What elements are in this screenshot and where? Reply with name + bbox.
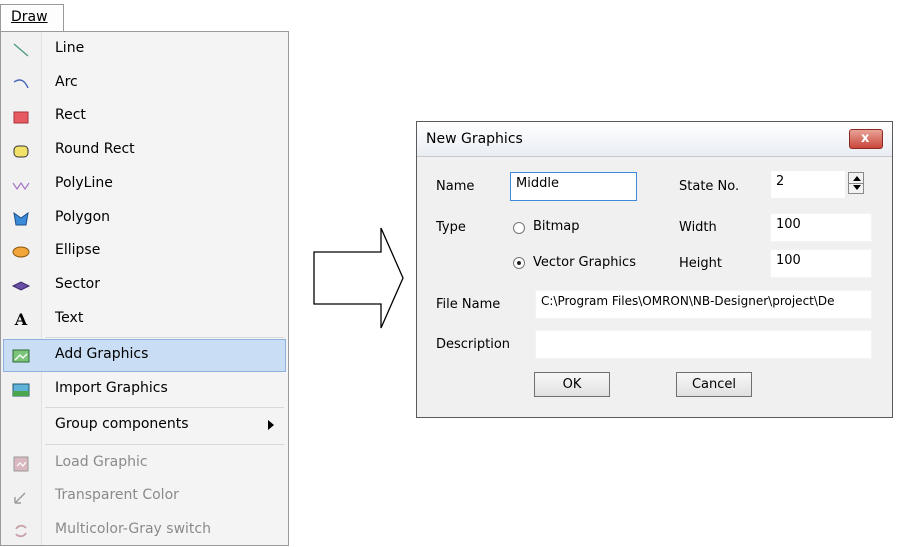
name-input[interactable]: Middle <box>510 172 637 201</box>
import-graphics-icon <box>12 383 30 397</box>
text-icon: A <box>14 310 28 329</box>
name-label: Name <box>436 179 475 194</box>
vector-graphics-radio-label: Vector Graphics <box>533 255 636 270</box>
state-no-input[interactable]: 2 <box>770 170 846 199</box>
multicolor-gray-icon <box>15 524 27 538</box>
menu-item-multicolor-gray-switch[interactable]: Multicolor-Gray switch <box>3 514 286 547</box>
width-input[interactable]: 100 <box>770 213 872 242</box>
menu-item-add-graphics[interactable]: Add Graphics <box>3 339 286 372</box>
menu-item-label: Polygon <box>55 209 111 225</box>
polyline-icon <box>12 181 30 191</box>
menu-item-polyline[interactable]: PolyLine <box>3 168 286 201</box>
menu-item-label: Multicolor-Gray switch <box>55 521 211 537</box>
menu-item-label: Rect <box>55 107 86 123</box>
file-name-field[interactable]: C:\Program Files\OMRON\NB-Designer\proje… <box>535 290 872 319</box>
menu-item-text[interactable]: A Text <box>3 303 286 336</box>
draw-menu-title: Draw <box>11 9 48 25</box>
draw-menu-tab[interactable]: Draw <box>0 4 64 32</box>
menu-item-label: Line <box>55 40 85 56</box>
spin-down-icon <box>853 185 861 190</box>
menu-item-label: Group components <box>55 416 189 432</box>
menu-item-label: Load Graphic <box>55 454 148 470</box>
ellipse-icon <box>12 246 30 258</box>
menu-item-import-graphics[interactable]: Import Graphics <box>3 373 286 406</box>
new-graphics-dialog: New Graphics x Name Middle State No. 2 T… <box>416 121 893 418</box>
menu-item-label: Import Graphics <box>55 380 168 396</box>
menu-item-label: Arc <box>55 74 78 90</box>
menu-item-label: Add Graphics <box>55 346 149 362</box>
menu-item-sector[interactable]: Sector <box>3 269 286 302</box>
menu-item-arc[interactable]: Arc <box>3 67 286 100</box>
menu-separator <box>45 337 284 338</box>
close-icon: x <box>861 131 870 146</box>
line-icon <box>13 43 29 57</box>
spinner-divider <box>849 183 863 184</box>
rect-icon <box>13 111 29 124</box>
menu-item-label: Transparent Color <box>55 487 179 503</box>
draw-menu: Line Arc Rect Round Rect PolyLine Polygo… <box>0 31 289 546</box>
close-button[interactable]: x <box>849 129 883 149</box>
dialog-title: New Graphics <box>426 131 523 147</box>
menu-item-polygon[interactable]: Polygon <box>3 202 286 235</box>
menu-item-label: Sector <box>55 276 101 292</box>
cancel-button[interactable]: Cancel <box>676 372 752 397</box>
add-graphics-icon <box>12 349 30 363</box>
height-label: Height <box>679 256 722 271</box>
ok-button[interactable]: OK <box>534 372 610 397</box>
dialog-titlebar: New Graphics x <box>417 122 892 157</box>
file-name-label: File Name <box>436 297 501 312</box>
height-input[interactable]: 100 <box>770 249 872 278</box>
transparent-color-icon <box>14 492 26 504</box>
menu-separator <box>45 444 284 445</box>
menu-item-load-graphic[interactable]: Load Graphic <box>3 447 286 480</box>
sector-icon <box>11 281 31 291</box>
spin-up-icon <box>853 176 861 181</box>
bitmap-radio[interactable] <box>513 222 525 234</box>
description-input[interactable] <box>535 330 872 359</box>
submenu-arrow-icon <box>268 420 274 430</box>
menu-item-group-components[interactable]: Group components <box>3 409 286 442</box>
menu-item-label: Round Rect <box>55 141 135 157</box>
menu-item-ellipse[interactable]: Ellipse <box>3 235 286 268</box>
width-label: Width <box>679 220 717 235</box>
menu-separator <box>45 407 284 408</box>
menu-item-label: Text <box>55 310 84 326</box>
type-label: Type <box>436 220 466 235</box>
menu-item-rect[interactable]: Rect <box>3 100 286 133</box>
state-no-label: State No. <box>679 179 740 194</box>
menu-item-label: PolyLine <box>55 175 113 191</box>
vector-graphics-radio[interactable] <box>513 257 525 269</box>
description-label: Description <box>436 337 511 352</box>
state-no-spinner[interactable] <box>848 172 864 194</box>
load-graphic-icon <box>13 456 29 472</box>
bitmap-radio-label: Bitmap <box>533 219 580 234</box>
right-arrow-icon <box>313 227 404 329</box>
menu-item-line[interactable]: Line <box>3 33 286 66</box>
arc-icon <box>13 79 29 89</box>
menu-item-transparent-color[interactable]: Transparent Color <box>3 480 286 513</box>
menu-item-label: Ellipse <box>55 242 101 258</box>
polygon-icon <box>13 211 29 226</box>
round-rect-icon <box>13 145 29 158</box>
menu-item-round-rect[interactable]: Round Rect <box>3 134 286 167</box>
